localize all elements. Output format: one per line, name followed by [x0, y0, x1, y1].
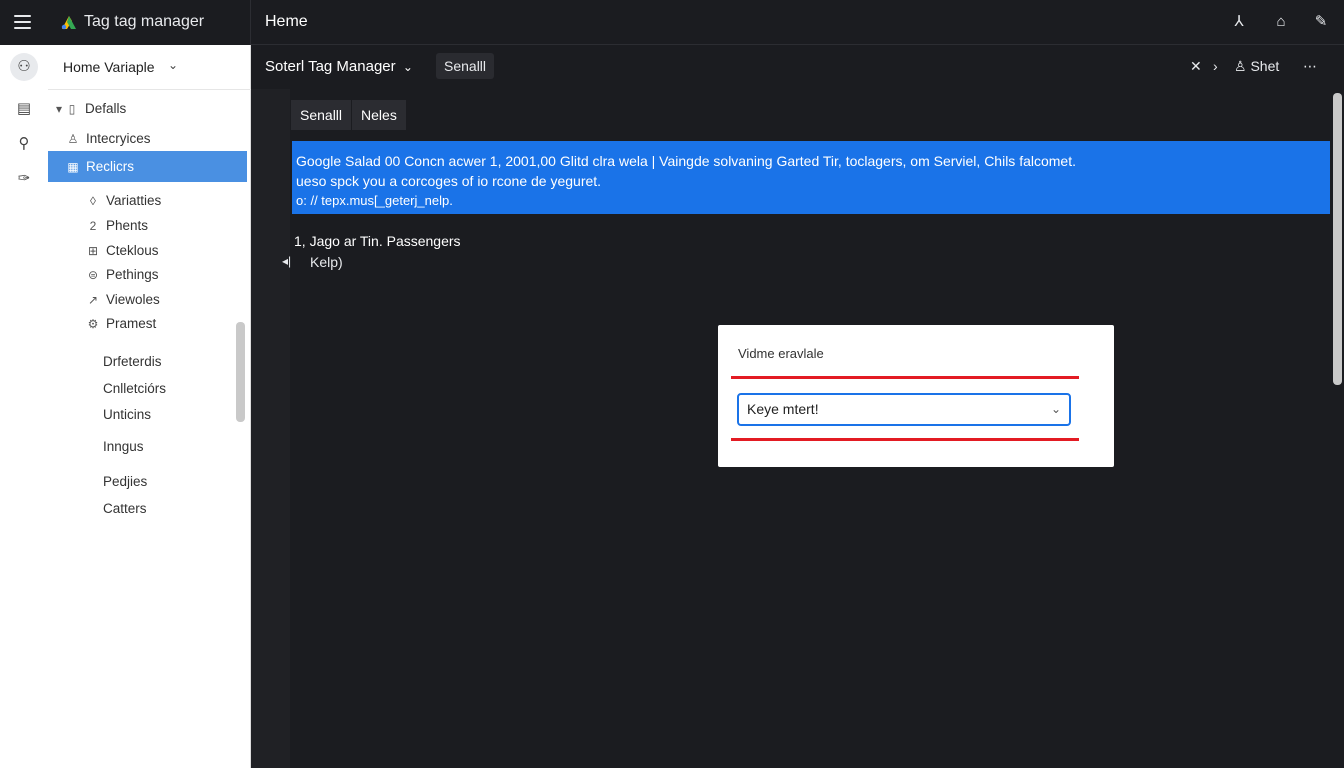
tab-bar: Senalll Neles	[291, 100, 407, 130]
more-icon[interactable]: ⋯	[1303, 58, 1317, 75]
sidebar-item-label: Variatties	[106, 193, 162, 208]
sidebar-item-label: Defalls	[85, 101, 127, 116]
sidebar-item-label: Intecryices	[86, 131, 151, 146]
diamond-icon: ◊	[90, 194, 96, 208]
sidebar-item-reclicrs[interactable]: ▦ Reclicrs	[48, 151, 247, 182]
chevron-down-icon: ⌄	[402, 60, 413, 74]
sidebar-item-variatties[interactable]: ◊ Variatties	[86, 193, 161, 208]
sidebar-subitem[interactable]: Drfeterdis	[103, 354, 162, 369]
sidebar-item-pramest[interactable]: ⚙ Pramest	[86, 316, 157, 331]
list-title: 1, Jago ar Tin. Passengers	[294, 233, 461, 249]
table-icon: ▦	[67, 160, 79, 174]
chevron-down-icon: ⌄	[1050, 402, 1061, 416]
number-icon: 2	[89, 219, 97, 233]
info-banner: Google Salad 00 Concn acwer 1, 2001,00 G…	[292, 141, 1330, 214]
sidebar-item-defalls[interactable]: ▾ ▯ Defalls	[55, 101, 126, 116]
banner-link[interactable]: o: // tepx.mus[_geterj_nelp.	[296, 191, 1326, 211]
grid-icon: ⊞	[87, 244, 99, 258]
library-icon[interactable]: ▤	[10, 95, 38, 123]
variable-card: Vidme eravlale Keye mtert! ⌄	[718, 325, 1114, 467]
user-label: Shet	[1250, 58, 1280, 74]
pen-icon[interactable]: ✎	[1311, 12, 1331, 32]
folder-icon: ▯	[68, 102, 76, 116]
workspace-label: Home Variaple	[63, 59, 155, 75]
toolbar-button[interactable]: Senalll	[436, 53, 495, 79]
container-dropdown[interactable]: Soterl Tag Manager ⌄	[265, 58, 413, 75]
sidebar-item-intecryices[interactable]: ♙ Intecryices	[66, 131, 151, 146]
close-icon[interactable]: ✕	[1190, 58, 1202, 75]
sidebar-subitem[interactable]: Unticins	[103, 407, 151, 422]
sidebar-item-label: Cteklous	[106, 243, 159, 258]
page-title: Heme	[265, 13, 308, 30]
sidebar-item-label: Pethings	[106, 267, 159, 282]
sidebar-subitem[interactable]: Pedjies	[103, 474, 147, 489]
app-title: Tag tag manager	[84, 13, 205, 30]
sidebar-subitem[interactable]: Cnlletciórs	[103, 381, 166, 396]
banner-line: Google Salad 00 Concn acwer 1, 2001,00 G…	[296, 153, 1077, 169]
sidebar: Home Variaple ⌄ ▾ ▯ Defalls ♙ Intecryices ▦…	[48, 45, 251, 768]
sidebar-item-label: Pramest	[106, 316, 157, 331]
box-icon[interactable]: ⌂	[1271, 12, 1291, 32]
person-icon: ♙	[67, 132, 79, 146]
back-arrow-icon[interactable]: ◂|	[282, 254, 291, 268]
caret-down-icon: ▾	[55, 102, 63, 116]
sidebar-item-label: Reclicrs	[86, 159, 135, 174]
user-button[interactable]: ♙ Shet	[1234, 58, 1279, 75]
sidebar-subitem[interactable]: Inngus	[103, 439, 144, 454]
error-underline	[731, 376, 1079, 379]
tab-neles[interactable]: Neles	[352, 100, 407, 130]
sidebar-item-viewoles[interactable]: ↗ Viewoles	[86, 292, 160, 307]
sidebar-scrollbar[interactable]	[236, 322, 245, 422]
card-label: Vidme eravlale	[738, 346, 824, 361]
sidebar-item-pethings[interactable]: ⊜ Pethings	[86, 267, 159, 282]
app-header: Tag tag manager	[0, 0, 251, 45]
search-icon[interactable]: ⚲	[10, 130, 38, 158]
sidebar-subitem[interactable]: Catters	[103, 501, 147, 516]
arrow-icon: ↗	[87, 293, 99, 307]
sidebar-item-label: Phents	[106, 218, 149, 233]
content-gutter	[251, 89, 290, 768]
main-scrollbar[interactable]	[1333, 93, 1342, 385]
main-toolbar: Soterl Tag Manager ⌄ Senalll ✕ › ♙ Shet …	[251, 45, 1344, 89]
chevron-right-icon[interactable]: ›	[1213, 58, 1218, 74]
main-content: Senalll Neles Google Salad 00 Concn acwe…	[282, 89, 1330, 768]
container-dropdown-label: Soterl Tag Manager	[265, 58, 396, 75]
circle-icon: ⊜	[87, 268, 99, 282]
error-underline	[731, 438, 1079, 441]
wrench-icon[interactable]: ✑	[10, 165, 38, 193]
gear-icon: ⚙	[87, 317, 99, 331]
sidebar-item-label: Viewoles	[106, 292, 160, 307]
workspace-selector[interactable]: Home Variaple ⌄	[48, 45, 251, 90]
workspace-icon[interactable]: ⚇	[10, 53, 38, 81]
tree-icon[interactable]: ⅄	[1229, 12, 1249, 32]
user-icon: ♙	[1234, 58, 1247, 74]
sidebar-item-phents[interactable]: 2 Phents	[86, 218, 148, 233]
menu-icon[interactable]	[10, 11, 36, 33]
left-rail: ⚇ ▤ ⚲ ✑	[0, 45, 48, 768]
sidebar-item-cteklous[interactable]: ⊞ Cteklous	[86, 243, 159, 258]
variable-select[interactable]: Keye mtert! ⌄	[737, 393, 1071, 426]
tab-senalll[interactable]: Senalll	[291, 100, 353, 130]
help-link[interactable]: Kelp)	[310, 254, 343, 270]
select-value: Keye mtert!	[747, 401, 819, 417]
logo-icon	[61, 16, 76, 30]
chevron-down-icon: ⌄	[168, 58, 179, 72]
banner-line: ueso spck you a corcoges of io rcone de …	[296, 173, 602, 189]
